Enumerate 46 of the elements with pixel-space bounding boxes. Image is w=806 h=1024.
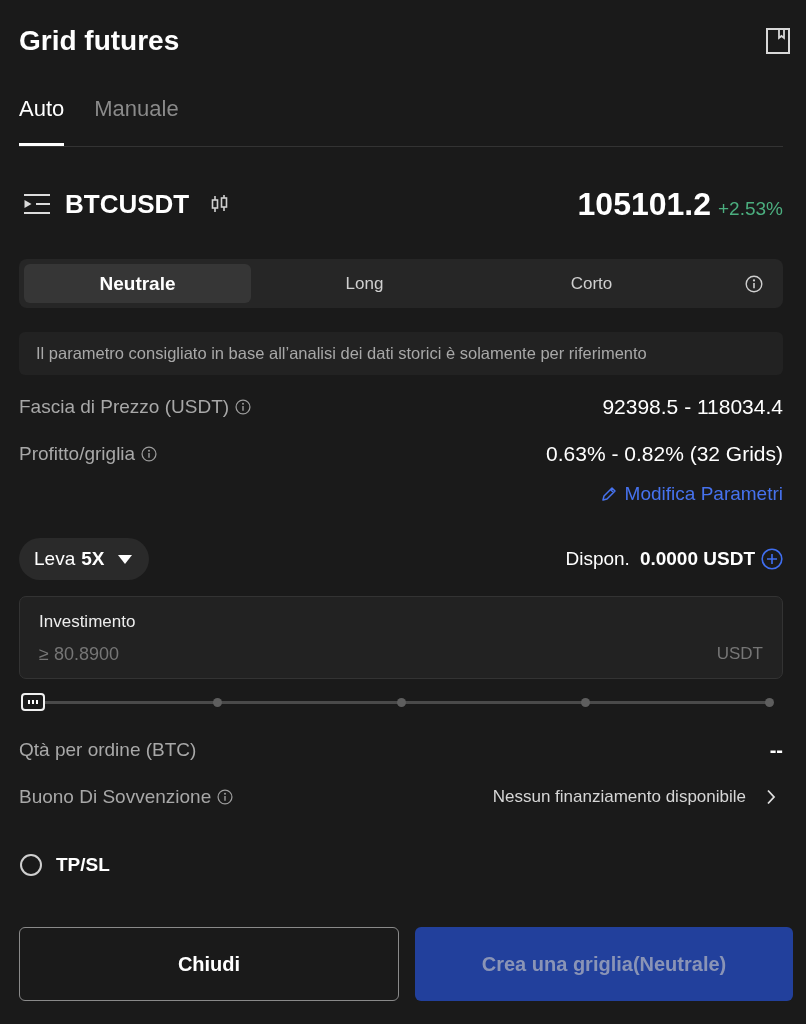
info-icon[interactable]	[217, 789, 234, 805]
unit-label: USDT	[716, 644, 763, 664]
subsidy-link[interactable]: Nessun finanziamento disponibile	[492, 787, 776, 807]
amount-input[interactable]: ≥ 80.8900	[39, 643, 707, 665]
param-value: 92398.5 - 118034.4	[602, 395, 783, 419]
pencil-icon	[600, 486, 617, 502]
candlestick-icon[interactable]	[211, 194, 230, 214]
grip-icon	[28, 700, 38, 704]
info-icon[interactable]	[141, 446, 158, 462]
option-label: TP/SL	[56, 854, 110, 876]
mode-tab[interactable]: Long	[251, 264, 478, 303]
param-label: Profitto/griglia	[19, 443, 136, 465]
step-marker-icon	[212, 697, 222, 707]
page-title: Grid futures	[19, 24, 180, 58]
info-icon[interactable]	[235, 399, 252, 415]
menu-icon[interactable]	[23, 193, 51, 215]
leverage-button[interactable]: Leva 5X	[19, 538, 150, 580]
detail-label: Qtà per ordine (BTC)	[19, 739, 197, 761]
info-icon[interactable]	[745, 274, 763, 293]
mode-tab[interactable]: Neutrale	[24, 264, 251, 303]
param-label: Fascia di Prezzo (USDT)	[19, 396, 230, 418]
bookmark-icon[interactable]	[766, 28, 790, 54]
step-marker-icon	[396, 697, 406, 707]
edit-parameters-link[interactable]: Modifica Parametri	[600, 483, 783, 505]
step-marker-icon	[580, 697, 590, 707]
available-label: Dispon.	[565, 548, 630, 570]
tab[interactable]: Auto	[19, 82, 65, 146]
detail-value: --	[769, 738, 783, 762]
notice-banner: Il parametro consigliato in base all’analisi dei dati storici è solamente per riferimento	[19, 332, 783, 375]
slider-thumb[interactable]	[21, 693, 45, 711]
plus-circle-icon[interactable]	[761, 548, 783, 570]
price-value: 105101.2	[577, 185, 711, 223]
symbol-name: BTCUSDT	[65, 188, 190, 220]
caret-icon	[118, 554, 133, 564]
investment-field[interactable]: Investimento ≥ 80.8900 USDT	[19, 596, 783, 679]
chevron-right-icon	[766, 789, 776, 805]
tab[interactable]: Manuale	[94, 82, 179, 146]
radio-button[interactable]	[20, 854, 42, 876]
field-label: Investimento	[39, 611, 136, 633]
mode-tab[interactable]: Corto	[478, 264, 705, 303]
param-value: 0.63% - 0.82% (32 Grids)	[546, 442, 783, 466]
detail-label: Buono Di Sovvenzione	[19, 786, 212, 808]
available-value: 0.0000 USDT	[639, 548, 755, 570]
step-marker-icon	[764, 697, 774, 707]
price-change: +2.53%	[718, 197, 783, 220]
close-button[interactable]: Chiudi	[19, 927, 399, 1001]
